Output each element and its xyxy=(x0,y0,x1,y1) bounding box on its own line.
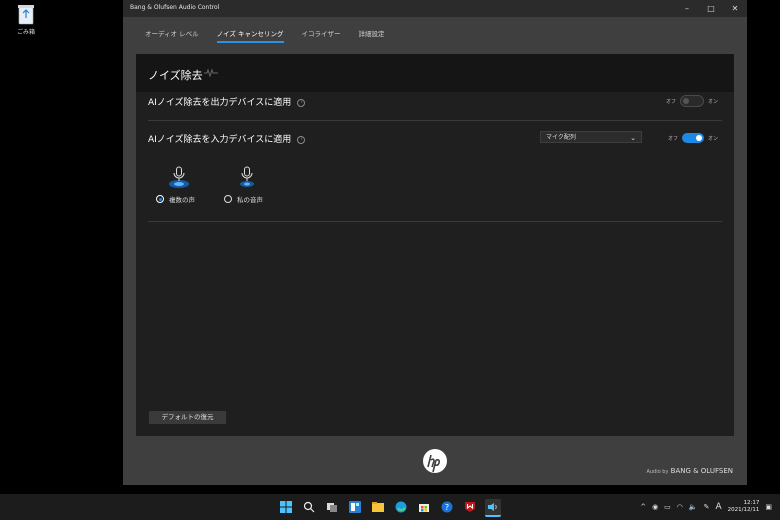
hp-logo xyxy=(423,449,447,473)
clock[interactable]: 12:17 2021/12/11 xyxy=(728,500,760,514)
radio-multiple-voices[interactable]: 複数の声 xyxy=(156,194,195,204)
output-denoise-row: AIノイズ除去を出力デバイスに適用 i オフ オン xyxy=(148,94,722,108)
radio-my-voice-label: 私の音声 xyxy=(237,196,263,204)
output-on-label: オン xyxy=(707,98,718,105)
widgets-icon[interactable] xyxy=(347,499,363,515)
clock-time: 12:17 xyxy=(743,500,760,506)
title-bar: Bang & Olufsen Audio Control – □ ✕ xyxy=(123,0,747,17)
tab-noise-cancelling[interactable]: ノイズ キャンセリング xyxy=(216,28,284,43)
edge-icon[interactable] xyxy=(393,499,409,515)
my-voice-mic-icon xyxy=(240,166,254,187)
multi-voice-mic-icon xyxy=(169,166,189,188)
svg-text:?: ? xyxy=(445,503,449,512)
tab-audio-levels[interactable]: オーディオ レベル xyxy=(145,28,199,43)
windows-start-icon[interactable] xyxy=(278,499,294,515)
info-icon[interactable]: i xyxy=(297,135,306,144)
store-icon[interactable] xyxy=(416,499,432,515)
radio-multiple-voices-label: 複数の声 xyxy=(169,196,195,204)
panel-title: ノイズ除去 xyxy=(148,69,203,82)
volume-icon[interactable]: 🔈 xyxy=(689,503,698,511)
app-window: Bang & Olufsen Audio Control – □ ✕ オーディオ… xyxy=(123,0,747,485)
tray-overflow-chevron-icon[interactable]: ^ xyxy=(640,503,646,511)
tab-bar: オーディオ レベル ノイズ キャンセリング イコライザー 詳細設定 xyxy=(145,28,385,43)
input-denoise-toggle[interactable] xyxy=(681,133,704,143)
restore-defaults-button[interactable]: デフォルトの復元 xyxy=(149,411,226,424)
output-off-label: オフ xyxy=(665,98,676,105)
wifi-icon[interactable]: ◠ xyxy=(677,503,683,511)
maximize-button[interactable]: □ xyxy=(699,0,723,17)
radio-button[interactable] xyxy=(224,195,232,203)
task-view-icon[interactable] xyxy=(324,499,340,515)
noise-removal-panel: ノイズ除去 AIノイズ除去を出力デバイスに適用 i オフ オン AIノイズ除去を入… xyxy=(136,54,734,436)
output-denoise-label: AIノイズ除去を出力デバイスに適用 i xyxy=(148,95,306,108)
brand-label: Audio by BANG & OLUFSEN xyxy=(646,467,733,475)
system-tray: ^ ◉ ▭ ◠ 🔈 ✎ A 12:17 2021/12/11 ▣ xyxy=(640,494,772,520)
recycle-bin-label: ごみ箱 xyxy=(16,29,35,36)
input-off-label: オフ xyxy=(667,135,678,142)
taskbar: ? ^ ◉ ▭ ◠ 🔈 ✎ A 12:17 2021/12/11 ▣ xyxy=(0,494,780,520)
recycle-bin[interactable]: ごみ箱 xyxy=(8,3,44,36)
mic-array-dropdown[interactable]: マイク配列 ⌄ xyxy=(540,131,642,143)
battery-icon[interactable]: ▭ xyxy=(664,503,671,511)
chevron-down-icon: ⌄ xyxy=(630,134,636,142)
input-denoise-label: AIノイズ除去を入力デバイスに適用 i xyxy=(148,132,306,145)
notification-icon[interactable]: ▣ xyxy=(765,503,772,511)
window-title: Bang & Olufsen Audio Control xyxy=(130,4,220,11)
input-on-label: オン xyxy=(707,135,718,142)
info-icon[interactable]: i xyxy=(297,98,306,107)
tab-equalizer[interactable]: イコライザー xyxy=(302,28,341,43)
radio-button[interactable] xyxy=(156,195,164,203)
help-icon[interactable]: ? xyxy=(439,499,455,515)
minimize-button[interactable]: – xyxy=(675,0,699,17)
divider xyxy=(148,221,722,222)
radio-my-voice[interactable]: 私の音声 xyxy=(224,194,263,204)
pen-icon[interactable]: ✎ xyxy=(704,503,710,511)
tab-advanced[interactable]: 詳細設定 xyxy=(359,28,385,43)
clock-date: 2021/12/11 xyxy=(727,507,760,513)
vpn-icon[interactable]: ◉ xyxy=(652,503,658,511)
recycle-bin-icon xyxy=(18,5,34,25)
waveform-icon xyxy=(204,68,218,78)
mic-array-value: マイク配列 xyxy=(546,134,576,141)
close-button[interactable]: ✕ xyxy=(723,0,747,17)
output-denoise-toggle[interactable] xyxy=(679,95,704,107)
audio-control-icon[interactable] xyxy=(485,499,501,517)
search-icon[interactable] xyxy=(301,499,317,515)
divider xyxy=(148,120,722,121)
panel-header: ノイズ除去 xyxy=(136,54,734,92)
mcafee-icon[interactable] xyxy=(462,499,478,515)
ime-indicator[interactable]: A xyxy=(716,502,722,512)
file-explorer-icon[interactable] xyxy=(370,499,386,515)
